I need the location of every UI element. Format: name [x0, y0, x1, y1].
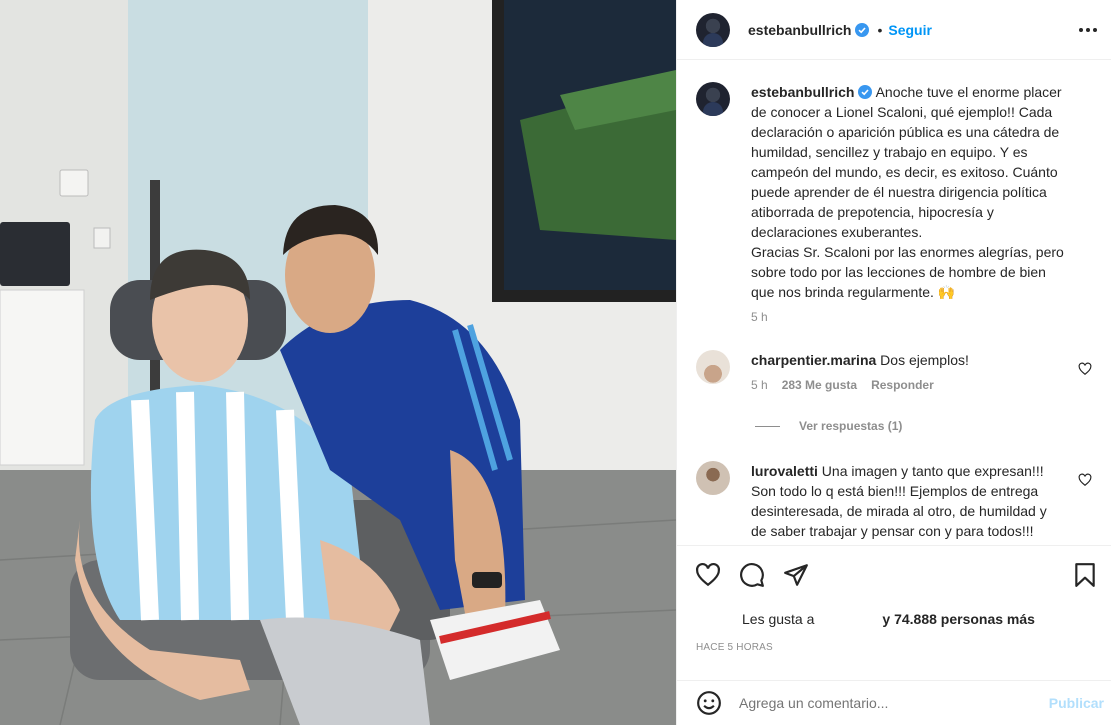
- post-timestamp[interactable]: HACE 5 HORAS: [696, 642, 773, 653]
- caption-meta: 5 h: [751, 310, 1096, 324]
- post-header: estebanbullrich • Seguir: [677, 0, 1111, 60]
- comment-line: Son todo lo q está bien!!! Ejemplos de e…: [751, 483, 1039, 499]
- comment-text: lurovaletti Una imagen y tanto que expre…: [751, 461, 1096, 541]
- caption-text: estebanbullrich Anoche tuve el enorme pl…: [751, 82, 1096, 302]
- share-icon[interactable]: [783, 562, 809, 588]
- commenter-avatar[interactable]: [696, 461, 730, 495]
- author-username[interactable]: estebanbullrich: [748, 22, 851, 38]
- caption-line: de conocer a Lionel Scaloni, qué ejemplo…: [751, 104, 1053, 120]
- publish-button[interactable]: Publicar: [1049, 695, 1104, 711]
- bookmark-icon[interactable]: [1072, 562, 1098, 588]
- comment-text: charpentier.marina Dos ejemplos!: [751, 350, 1096, 370]
- comment-time: 5 h: [751, 378, 768, 392]
- commenter-username[interactable]: lurovaletti: [751, 463, 818, 479]
- comment-like-heart-icon[interactable]: [1078, 473, 1092, 487]
- comment-meta: 5 h 283 Me gusta Responder: [751, 378, 1096, 392]
- caption-line: Gracias Sr. Scaloni por las enormes aleg…: [751, 244, 1064, 260]
- post-photo-illustration: [0, 0, 676, 725]
- comment-like-heart-icon[interactable]: [1078, 362, 1092, 376]
- caption-username[interactable]: estebanbullrich: [751, 84, 854, 100]
- comment-item: charpentier.marina Dos ejemplos! 5 h 283…: [696, 350, 1096, 392]
- caption-avatar[interactable]: [696, 82, 730, 116]
- verified-badge-icon: [855, 22, 870, 37]
- likes-prefix: Les gusta a: [742, 611, 815, 627]
- caption-line: sobre todo por las lecciones de hombre d…: [751, 264, 1046, 280]
- verified-badge-icon: [858, 85, 873, 99]
- caption-time: 5 h: [751, 310, 768, 324]
- post-side-panel: estebanbullrich • Seguir estebanbullrich…: [676, 0, 1111, 725]
- caption-line: declaraciones exuberantes.: [751, 224, 923, 240]
- post-photo[interactable]: [0, 0, 676, 725]
- comments-list[interactable]: estebanbullrich Anoche tuve el enorme pl…: [677, 61, 1111, 545]
- action-icons: [695, 562, 809, 588]
- view-replies-button[interactable]: Ver respuestas (1): [755, 419, 902, 433]
- post-actions: Les gusta a y 74.888 personas más HACE 5…: [677, 545, 1111, 680]
- reply-button[interactable]: Responder: [871, 378, 934, 392]
- comment-line: de saber trabajar y pensar con y para to…: [751, 523, 1034, 539]
- caption-line: campeón del mundo, es decir, es exitoso.…: [751, 164, 1058, 180]
- comment-input[interactable]: [739, 695, 1029, 711]
- more-options-icon[interactable]: [1076, 18, 1100, 42]
- commenter-avatar[interactable]: [696, 350, 730, 384]
- commenter-username[interactable]: charpentier.marina: [751, 352, 876, 368]
- view-replies-label[interactable]: Ver respuestas (1): [799, 419, 902, 433]
- caption: estebanbullrich Anoche tuve el enorme pl…: [696, 82, 1096, 324]
- likes-count[interactable]: y 74.888 personas más: [882, 611, 1035, 627]
- caption-line: puede aprender de él nuestra dirigencia …: [751, 184, 1047, 200]
- comment-body: Dos ejemplos!: [880, 352, 969, 368]
- comment-item: lurovaletti Una imagen y tanto que expre…: [696, 461, 1096, 541]
- comment-line: Una imagen y tanto que expresan!!!: [821, 463, 1044, 479]
- comment-line: desinteresada, de mirada al otro, de hum…: [751, 503, 1047, 519]
- caption-line: Anoche tuve el enorme placer: [875, 84, 1062, 100]
- comment-icon[interactable]: [739, 562, 765, 588]
- replies-line: [755, 425, 780, 427]
- heart-icon[interactable]: [695, 562, 721, 588]
- follow-button[interactable]: Seguir: [888, 22, 932, 38]
- caption-line: atiborrada de prepotencia, hipocresía y: [751, 204, 994, 220]
- author-avatar[interactable]: [696, 12, 730, 47]
- add-comment-bar: Publicar: [677, 680, 1111, 725]
- comment-likes[interactable]: 283 Me gusta: [782, 378, 857, 392]
- likes-summary[interactable]: Les gusta a y 74.888 personas más: [742, 611, 1035, 627]
- caption-line: que nos brinda regularmente. 🙌: [751, 284, 956, 300]
- caption-line: declaración o aparición pública es una c…: [751, 124, 1060, 140]
- likes-user-gap: [814, 611, 878, 627]
- caption-line: humildad, sencillez y trabajo en equipo.…: [751, 144, 1028, 160]
- separator-dot: •: [877, 21, 883, 38]
- emoji-icon[interactable]: [696, 690, 722, 716]
